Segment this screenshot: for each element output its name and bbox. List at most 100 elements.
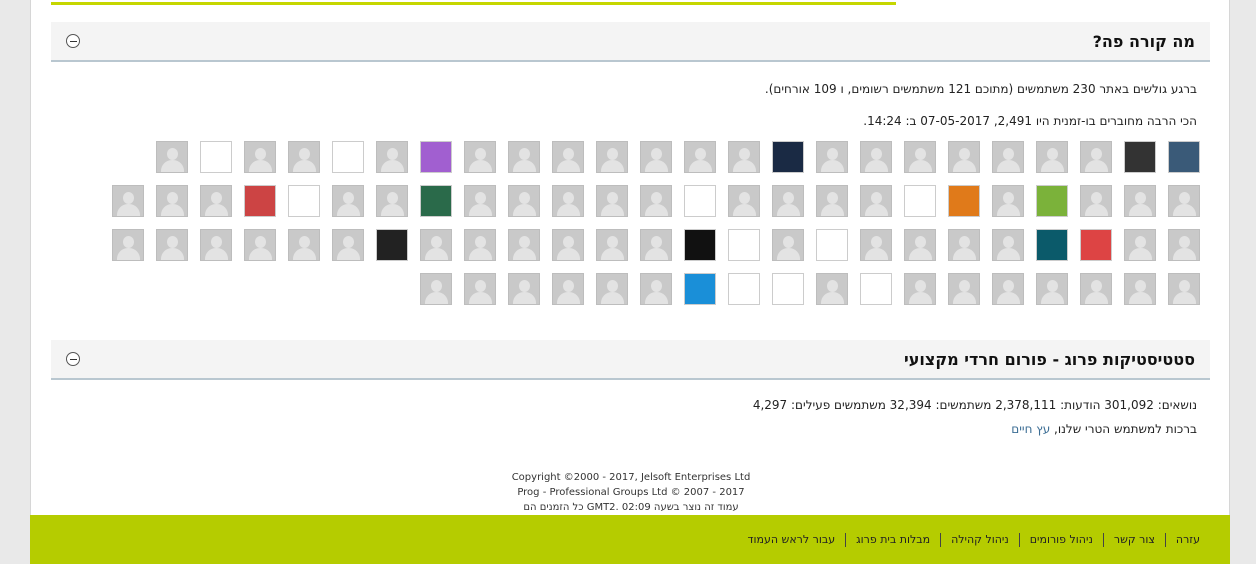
user-avatar[interactable]	[992, 185, 1024, 217]
user-avatar[interactable]	[1124, 185, 1156, 217]
user-avatar[interactable]	[948, 141, 980, 173]
user-avatar[interactable]	[376, 185, 408, 217]
footer-link-help[interactable]: עזרה	[1164, 532, 1210, 547]
user-avatar[interactable]	[420, 185, 452, 217]
user-avatar[interactable]	[596, 229, 628, 261]
user-avatar[interactable]	[904, 141, 936, 173]
user-avatar[interactable]	[772, 273, 804, 305]
user-avatar[interactable]	[640, 229, 672, 261]
user-avatar[interactable]	[332, 141, 364, 173]
user-avatar[interactable]	[904, 229, 936, 261]
user-avatar[interactable]	[200, 229, 232, 261]
user-avatar[interactable]	[1080, 273, 1112, 305]
user-avatar[interactable]	[640, 185, 672, 217]
user-avatar[interactable]	[860, 273, 892, 305]
user-avatar[interactable]	[552, 141, 584, 173]
collapse-icon[interactable]	[66, 352, 80, 366]
user-avatar[interactable]	[948, 185, 980, 217]
newest-user-link[interactable]: עץ חיים	[1011, 422, 1050, 436]
collapse-icon[interactable]	[66, 34, 80, 48]
user-avatar[interactable]	[684, 229, 716, 261]
user-avatar[interactable]	[1124, 141, 1156, 173]
user-avatar[interactable]	[860, 229, 892, 261]
user-avatar[interactable]	[992, 273, 1024, 305]
user-avatar[interactable]	[332, 185, 364, 217]
user-avatar[interactable]	[508, 229, 540, 261]
user-avatar[interactable]	[1124, 273, 1156, 305]
user-avatar[interactable]	[816, 273, 848, 305]
user-avatar[interactable]	[200, 185, 232, 217]
footer-link-contact[interactable]: צור קשר	[1102, 532, 1165, 547]
user-avatar[interactable]	[244, 141, 276, 173]
user-avatar[interactable]	[420, 229, 452, 261]
user-avatar[interactable]	[860, 141, 892, 173]
user-avatar[interactable]	[1036, 185, 1068, 217]
user-avatar[interactable]	[816, 185, 848, 217]
user-avatar[interactable]	[1168, 229, 1200, 261]
user-avatar[interactable]	[728, 141, 760, 173]
user-avatar[interactable]	[112, 229, 144, 261]
user-avatar[interactable]	[244, 229, 276, 261]
user-avatar[interactable]	[948, 273, 980, 305]
user-avatar[interactable]	[420, 273, 452, 305]
user-avatar[interactable]	[464, 229, 496, 261]
user-avatar[interactable]	[156, 141, 188, 173]
user-avatar[interactable]	[992, 229, 1024, 261]
user-avatar[interactable]	[332, 229, 364, 261]
footer-link-top[interactable]: עבור לראש העמוד	[737, 533, 845, 547]
user-avatar[interactable]	[1036, 141, 1068, 173]
user-avatar[interactable]	[376, 141, 408, 173]
user-avatar[interactable]	[772, 185, 804, 217]
user-avatar[interactable]	[772, 229, 804, 261]
user-avatar[interactable]	[816, 229, 848, 261]
user-avatar[interactable]	[992, 141, 1024, 173]
user-avatar[interactable]	[508, 141, 540, 173]
user-avatar[interactable]	[772, 141, 804, 173]
user-avatar[interactable]	[728, 273, 760, 305]
user-avatar[interactable]	[244, 185, 276, 217]
footer-link-home[interactable]: מבלות בית פרוג	[845, 532, 940, 547]
user-avatar[interactable]	[640, 273, 672, 305]
user-avatar[interactable]	[596, 185, 628, 217]
user-avatar[interactable]	[508, 273, 540, 305]
user-avatar[interactable]	[596, 273, 628, 305]
user-avatar[interactable]	[1080, 185, 1112, 217]
user-avatar[interactable]	[1168, 273, 1200, 305]
user-avatar[interactable]	[156, 185, 188, 217]
user-avatar[interactable]	[728, 185, 760, 217]
user-avatar[interactable]	[816, 141, 848, 173]
user-avatar[interactable]	[1080, 229, 1112, 261]
user-avatar[interactable]	[684, 185, 716, 217]
user-avatar[interactable]	[420, 141, 452, 173]
user-avatar[interactable]	[508, 185, 540, 217]
user-avatar[interactable]	[112, 185, 144, 217]
user-avatar[interactable]	[288, 185, 320, 217]
user-avatar[interactable]	[948, 229, 980, 261]
user-avatar[interactable]	[200, 141, 232, 173]
user-avatar[interactable]	[684, 141, 716, 173]
footer-link-forum-admin[interactable]: ניהול פורומים	[1018, 532, 1103, 547]
user-avatar[interactable]	[288, 229, 320, 261]
user-avatar[interactable]	[464, 273, 496, 305]
user-avatar[interactable]	[156, 229, 188, 261]
user-avatar[interactable]	[552, 185, 584, 217]
user-avatar[interactable]	[728, 229, 760, 261]
user-avatar[interactable]	[1168, 141, 1200, 173]
user-avatar[interactable]	[904, 185, 936, 217]
user-avatar[interactable]	[684, 273, 716, 305]
user-avatar[interactable]	[1036, 229, 1068, 261]
user-avatar[interactable]	[288, 141, 320, 173]
user-avatar[interactable]	[1036, 273, 1068, 305]
user-avatar[interactable]	[464, 185, 496, 217]
user-avatar[interactable]	[904, 273, 936, 305]
user-avatar[interactable]	[1124, 229, 1156, 261]
user-avatar[interactable]	[552, 273, 584, 305]
user-avatar[interactable]	[596, 141, 628, 173]
user-avatar[interactable]	[640, 141, 672, 173]
footer-link-community-admin[interactable]: ניהול קהילה	[940, 532, 1019, 547]
user-avatar[interactable]	[376, 229, 408, 261]
user-avatar[interactable]	[464, 141, 496, 173]
user-avatar[interactable]	[552, 229, 584, 261]
user-avatar[interactable]	[860, 185, 892, 217]
user-avatar[interactable]	[1080, 141, 1112, 173]
